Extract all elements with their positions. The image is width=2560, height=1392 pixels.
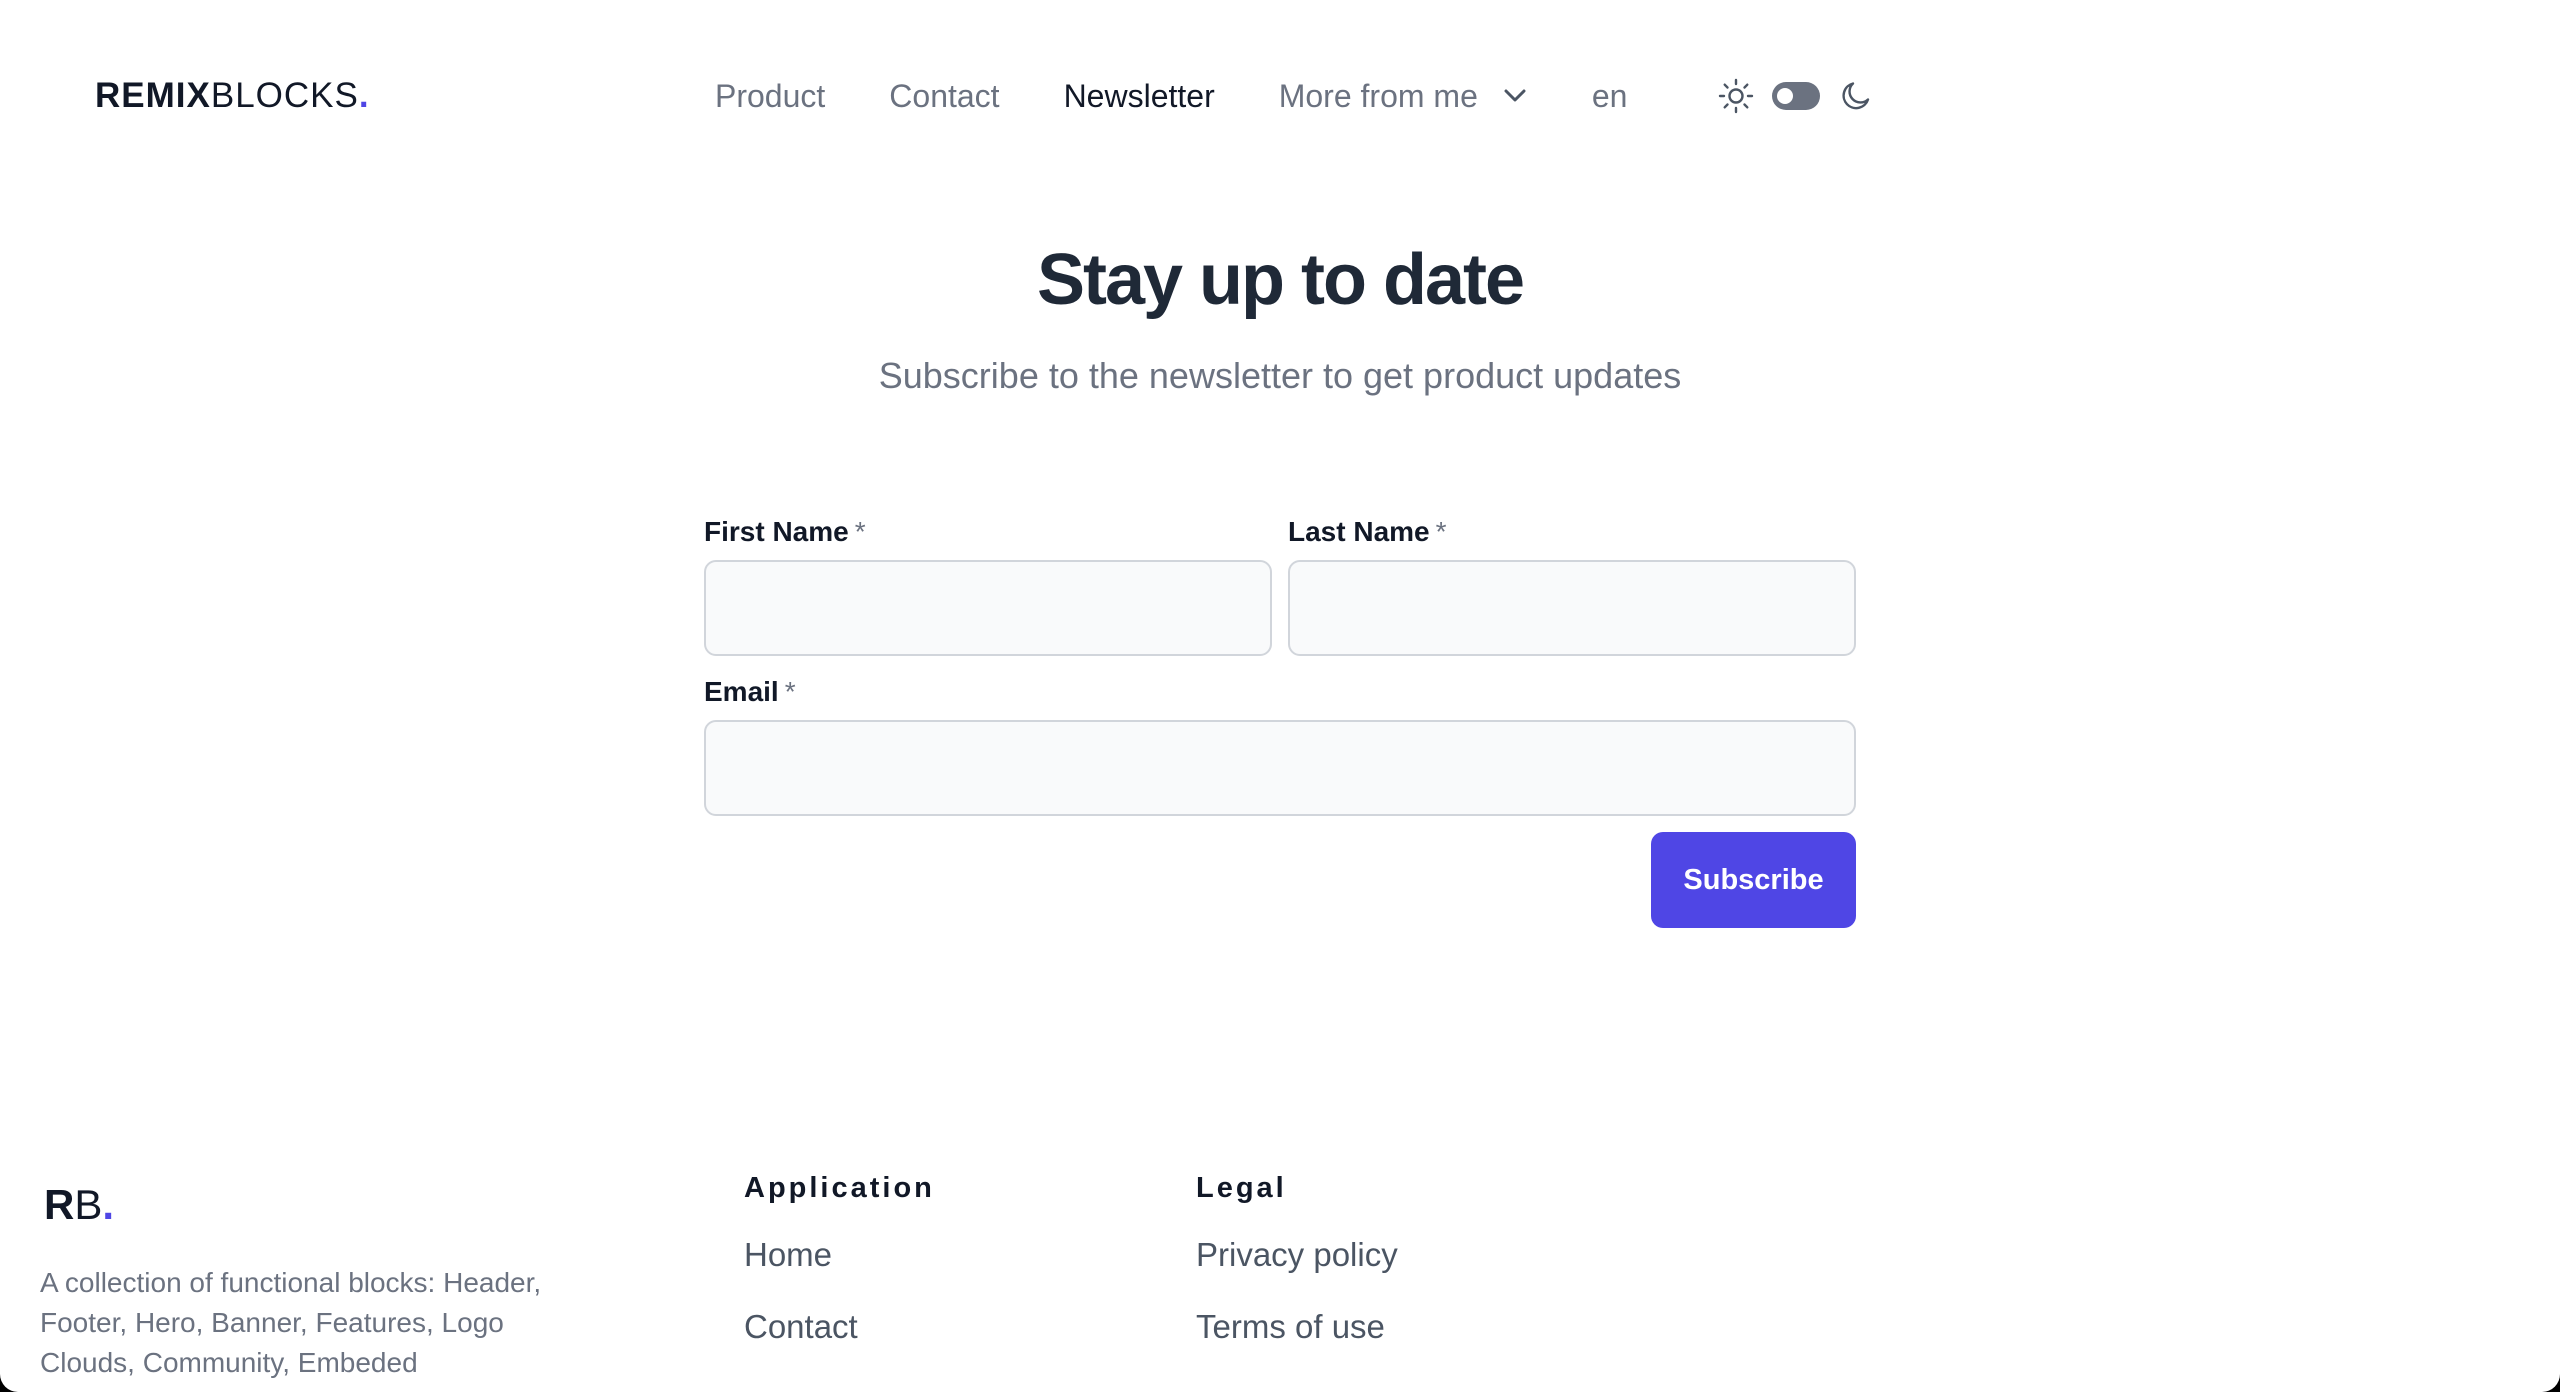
chevron-down-icon [1504, 89, 1526, 102]
logo-bold-text: REMIX [95, 76, 211, 115]
footer-description: A collection of functional blocks: Heade… [40, 1267, 542, 1378]
footer-column-title: Legal [1196, 1172, 1287, 1204]
footer-link-privacy[interactable]: Privacy policy [1196, 1230, 1398, 1280]
subscribe-button[interactable]: Subscribe [1651, 832, 1856, 928]
logo-dot: . [358, 76, 370, 115]
more-from-me-label: More from me [1278, 77, 1478, 114]
first-name-label: First Name * [704, 514, 866, 550]
required-mark: * [854, 516, 866, 547]
email-input[interactable] [704, 720, 1856, 816]
moon-icon[interactable] [1838, 78, 1874, 114]
first-name-label-text: First Name [704, 516, 849, 547]
page: REMIXBLOCKS. Product Contact Newsletter … [0, 0, 2560, 1392]
nav-newsletter[interactable]: Newsletter [1064, 74, 1215, 118]
footer-logo-dot: . [102, 1181, 115, 1228]
logo-light-text: BLOCKS [210, 76, 359, 115]
more-from-me-dropdown[interactable]: More from me [1279, 78, 1526, 115]
nav-contact[interactable]: Contact [889, 74, 999, 118]
footer-logo[interactable]: RB. [44, 1182, 114, 1228]
page-title: Stay up to date [1036, 240, 1525, 320]
required-mark: * [784, 676, 796, 707]
footer-column-application: Application Home Contact [744, 1168, 935, 1374]
theme-switcher [1718, 78, 1874, 114]
last-name-label: Last Name * [1288, 514, 1447, 550]
main-nav: Product Contact Newsletter More from me … [715, 74, 1627, 118]
footer-link-home[interactable]: Home [744, 1230, 935, 1280]
footer-link-contact[interactable]: Contact [744, 1302, 935, 1352]
footer-logo-r: R [44, 1181, 75, 1228]
nav-product[interactable]: Product [715, 74, 825, 118]
last-name-label-text: Last Name [1288, 516, 1430, 547]
toggle-knob [1777, 88, 1793, 104]
email-label: Email * [704, 674, 796, 710]
language-selector[interactable]: en [1592, 78, 1628, 115]
footer-column-title: Application [744, 1172, 935, 1204]
page-subtitle: Subscribe to the newsletter to get produ… [878, 355, 1682, 396]
sun-icon[interactable] [1718, 78, 1754, 114]
first-name-input[interactable] [704, 560, 1272, 656]
required-mark: * [1435, 516, 1447, 547]
email-label-text: Email [704, 676, 779, 707]
theme-toggle[interactable] [1772, 82, 1820, 110]
footer-column-legal: Legal Privacy policy Terms of use [1196, 1168, 1398, 1374]
site-logo[interactable]: REMIXBLOCKS. [95, 74, 370, 118]
footer-link-terms[interactable]: Terms of use [1196, 1302, 1398, 1352]
last-name-input[interactable] [1288, 560, 1856, 656]
footer-logo-b: B [74, 1181, 103, 1228]
